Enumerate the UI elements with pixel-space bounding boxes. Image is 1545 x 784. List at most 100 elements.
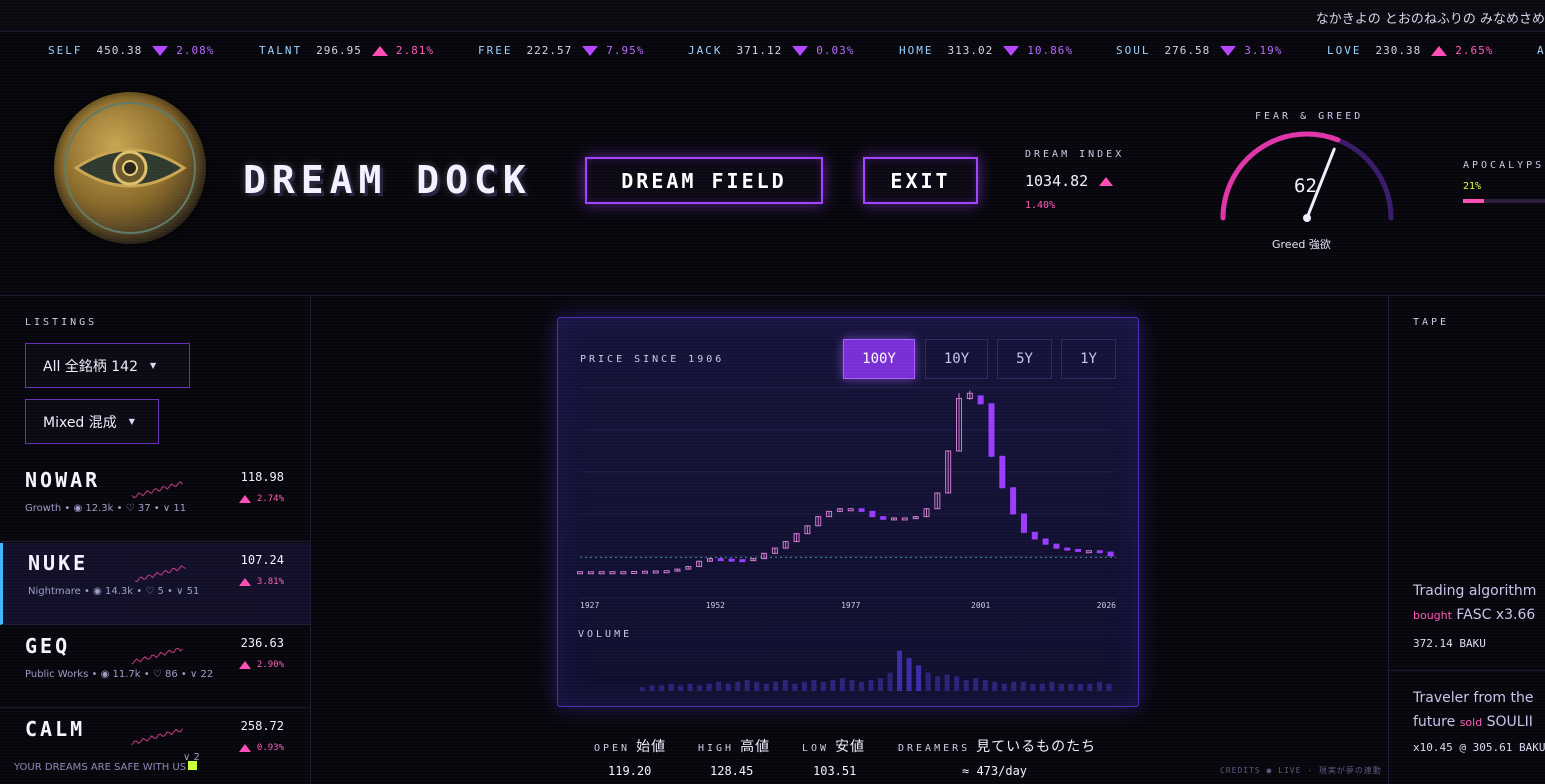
fear-greed-value: 62: [1294, 175, 1317, 197]
x-tick-label: 1927: [580, 601, 599, 610]
ticker-item[interactable]: SELF 450.38 2.08%: [48, 44, 214, 57]
ticker-item[interactable]: TALNT 296.95 2.81%: [259, 44, 434, 57]
ticker-symbol: SOUL: [1116, 44, 1151, 57]
listing-price: 258.72: [240, 719, 284, 733]
stat-label: LOW 安値: [802, 739, 866, 755]
range-button-1y[interactable]: 1Y: [1061, 339, 1116, 379]
apocalypse-bar-fill: [1463, 199, 1484, 203]
ticker-price: 296.95: [316, 44, 362, 57]
candle-body: [1107, 551, 1114, 557]
up-arrow-icon: [238, 495, 251, 503]
credits-bar: CREDITS ● LIVE · 現実が夢の連動: [1220, 766, 1382, 775]
volume-bar: [782, 680, 788, 691]
candle-body: [728, 558, 735, 562]
eye-icon: ◉: [73, 503, 83, 514]
listing-price: 236.63: [240, 636, 284, 650]
volume-bar: [1039, 683, 1045, 691]
ticker-symbol: HOME: [899, 44, 934, 57]
stat-label: DREAMERS 見ているものたち: [898, 739, 1097, 755]
marquee-text: なかきよの とおのねふりの みなめさめ: [1315, 12, 1545, 27]
volume-bar: [678, 685, 684, 691]
heart-icon: ♡: [145, 586, 155, 597]
ticker-symbol: TALNT: [259, 44, 303, 57]
listings-label: LISTINGS: [25, 317, 98, 328]
up-arrow-icon: [238, 661, 251, 669]
volume-bar: [878, 678, 883, 691]
tape-entry-amount: x10.45 @ 305.61 BAKU: [1413, 741, 1545, 754]
volume-bar: [792, 683, 798, 691]
stat-value: 103.51: [813, 764, 857, 778]
listing-row[interactable]: GEQ Public Works • ◉ 11.7k • ♡ 86 • ∨ 22 2…: [0, 626, 310, 708]
candle-body: [577, 571, 583, 575]
stat-label: HIGH 高値: [698, 739, 771, 755]
candle-body: [880, 516, 887, 520]
candle-body: [1085, 550, 1092, 554]
dream-coin-logo: [54, 92, 206, 244]
ticker-item[interactable]: LOVE 230.38 2.65%: [1327, 44, 1493, 57]
apocalypse-value: 21%: [1463, 181, 1482, 192]
apocalypse-bar: [1463, 199, 1545, 203]
footer-ticker: YOUR DREAMS ARE SAFE WITH US: [14, 762, 187, 773]
up-arrow-icon: [238, 744, 251, 752]
range-button-5y[interactable]: 5Y: [997, 339, 1052, 379]
volume-bar: [982, 680, 988, 691]
ticker-change: 2.08%: [176, 44, 215, 57]
ticker-price: 222.57: [526, 44, 573, 57]
range-button-100y[interactable]: 100Y: [843, 339, 915, 379]
candle-body: [652, 570, 659, 574]
candle-body: [620, 571, 627, 575]
volume-bar: [1068, 683, 1074, 691]
ticker-item[interactable]: FREE 222.57 7.95%: [478, 44, 644, 57]
ticker-change: 0.03%: [816, 44, 855, 57]
volume-bar: [944, 674, 950, 691]
volume-bar: [1049, 681, 1055, 691]
candle-body: [988, 403, 995, 457]
tape-entry-trade: bought FASC x3.66: [1413, 607, 1536, 623]
ticker-item[interactable]: HOME 313.02 10.86%: [899, 44, 1073, 57]
listing-name: GEQ: [25, 634, 71, 658]
listing-meta: Nightmare • ◉ 14.3k • ♡ 5 • ∨ 51: [28, 586, 200, 597]
volume-bar: [1030, 683, 1036, 691]
ticker-item[interactable]: SOUL 276.58 3.19%: [1116, 44, 1282, 57]
dream-field-button[interactable]: DREAM FIELD: [585, 157, 823, 204]
listing-row[interactable]: NUKE Nightmare • ◉ 14.3k • ♡ 5 • ∨ 51 107.…: [0, 543, 310, 625]
volume-bar: [735, 681, 741, 691]
candle-body: [869, 510, 876, 518]
down-arrow-icon: [1003, 45, 1020, 56]
ticker-price: 450.38: [96, 44, 143, 57]
price-chart-panel: 1927 1952 1977 2001 2026 PRICE SINCE 1906 10…: [557, 317, 1139, 707]
volume-bar: [887, 672, 893, 691]
listing-row[interactable]: NOWAR Growth • ◉ 12.3k • ♡ 37 • ∨ 11 118.9…: [0, 460, 310, 542]
volume-bar: [649, 685, 655, 691]
exit-button[interactable]: EXIT: [863, 157, 978, 204]
filter-mixed-dropdown[interactable]: Mixed 混成 ▼: [25, 399, 159, 444]
volume-bar: [811, 680, 817, 691]
listing-name: NOWAR: [25, 468, 101, 492]
volume-bar: [925, 672, 931, 691]
fear-greed-caption: Greed 強欲: [1272, 238, 1331, 251]
candle-body: [977, 395, 984, 405]
ticker-item[interactable]: JACK 371.12 0.03%: [688, 44, 854, 57]
range-button-10y[interactable]: 10Y: [925, 339, 988, 379]
listing-meta: Public Works • ◉ 11.7k • ♡ 86 • ∨ 22: [25, 669, 214, 680]
volume-bar: [1077, 683, 1083, 691]
stat-label: OPEN 始値: [594, 739, 667, 755]
filter-all-dropdown[interactable]: All 全銘柄 142 ▼: [25, 343, 190, 388]
candle-body: [663, 570, 670, 574]
sparkline: [131, 728, 184, 746]
eye-icon: ◉: [93, 586, 102, 597]
volume-bar: [1106, 683, 1112, 691]
caret-down-icon: ▼: [128, 417, 135, 426]
volume-bar: [716, 681, 722, 691]
sparkline: [131, 481, 183, 499]
candle-body: [1020, 513, 1027, 533]
up-arrow-icon: [1099, 177, 1113, 186]
tape-entry-actor: Traveler from the: [1413, 690, 1534, 706]
brand-title: DREAM DOCK: [243, 158, 532, 202]
volume-bar: [744, 680, 750, 691]
volume-bar: [839, 678, 845, 691]
down-arrow-icon: [582, 45, 599, 56]
ticker-price: 371.12: [736, 44, 783, 57]
ticker-item[interactable]: A: [1537, 44, 1545, 57]
volume-bar: [954, 676, 960, 691]
